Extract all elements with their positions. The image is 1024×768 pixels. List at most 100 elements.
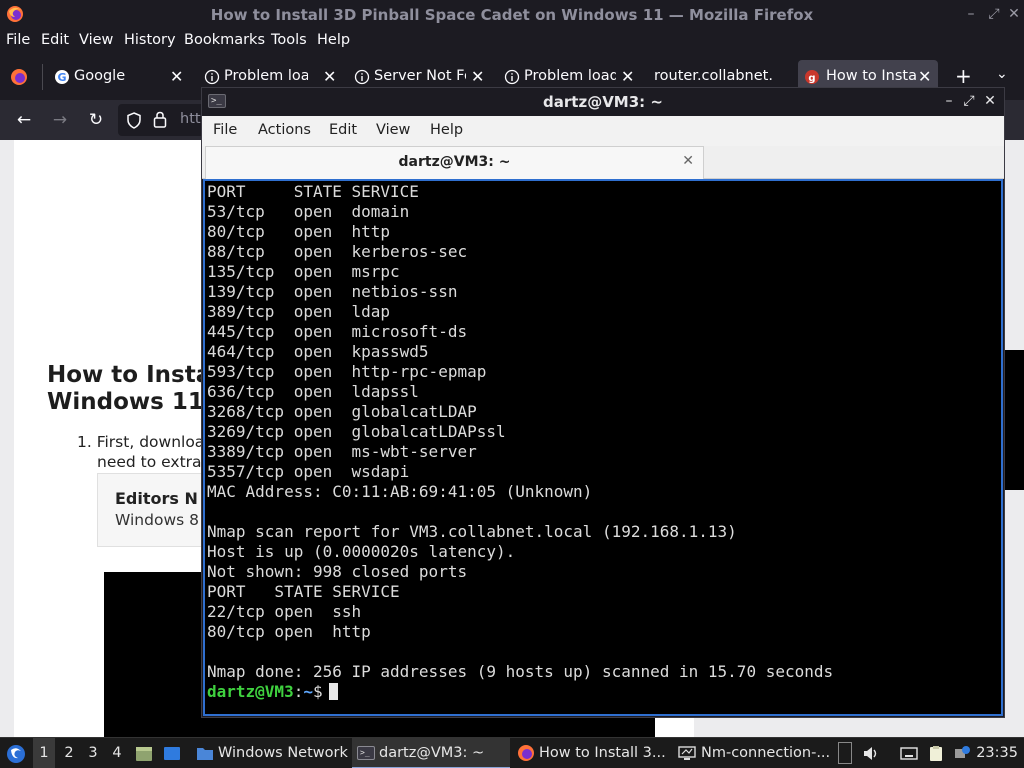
tab-close-icon[interactable]: ✕ [918, 67, 931, 86]
terminal-tab[interactable]: dartz@VM3: ~ ✕ [205, 146, 704, 179]
terminal-tabbar: dartz@VM3: ~ ✕ [202, 146, 1004, 179]
menu-history[interactable]: History [124, 32, 176, 48]
article-title-line: How to Insta [47, 362, 212, 388]
task-terminal[interactable]: >_ dartz@VM3: ~ [352, 738, 510, 768]
task-nm-connection[interactable]: Nm-connection-... [674, 738, 830, 768]
workspace-2[interactable]: 2 [58, 738, 80, 768]
menu-file[interactable]: File [6, 32, 30, 48]
tab-google[interactable]: G Google ✕ [50, 58, 192, 96]
terminal-window-title: dartz@VM3: ~ [543, 93, 663, 111]
chevron-down-icon[interactable]: ⌄ [996, 66, 1008, 82]
task-windows-network[interactable]: Windows Network [192, 738, 348, 768]
terminal-line: 22/tcp open ssh [207, 602, 362, 621]
lock-icon[interactable] [153, 111, 167, 128]
back-icon[interactable]: ← [14, 110, 34, 130]
volume-icon[interactable] [862, 745, 880, 762]
firefox-menubar: File Edit View History Bookmarks Tools H… [0, 29, 1024, 54]
terminal-line: MAC Address: C0:11:AB:69:41:05 (Unknown) [207, 482, 593, 501]
list-item-line: need to extra [97, 453, 202, 471]
terminal-line: 3268/tcp open globalcatLDAP [207, 402, 477, 421]
workspace-1[interactable]: 1 [33, 738, 55, 768]
info-icon [204, 69, 220, 85]
terminal-window: >_ dartz@VM3: ~ – ⤢ ✕ File Actions Edit … [201, 87, 1005, 718]
task-label: Nm-connection-... [701, 745, 830, 761]
terminal-line: PORT STATE SERVICE [207, 182, 419, 201]
article-title-line: Windows 11 [47, 389, 204, 415]
maximize-icon[interactable]: ⤢ [986, 6, 1002, 22]
reload-icon[interactable]: ↻ [86, 110, 106, 130]
terminal-menu-file[interactable]: File [213, 122, 237, 138]
task-firefox[interactable]: How to Install 3... [514, 738, 670, 768]
file-manager-launcher-icon[interactable] [135, 745, 153, 762]
text-cursor [328, 683, 338, 700]
window-title: How to Install 3D Pinball Space Cadet on… [210, 6, 814, 24]
tab-label: router.collabnet.l [654, 68, 774, 84]
prompt-symbol: $ [312, 682, 323, 701]
firefox-icon [518, 745, 534, 761]
terminal-line: 139/tcp open netbios-ssn [207, 282, 458, 301]
terminal-line: Not shown: 998 closed ports [207, 562, 468, 581]
menu-tools[interactable]: Tools [271, 32, 307, 48]
terminal-menubar: File Actions Edit View Help [202, 116, 1004, 146]
firefox-view-icon[interactable] [10, 68, 28, 86]
tab-label: Server Not Fo [374, 68, 466, 84]
desktop-launcher-icon[interactable] [163, 745, 181, 762]
minimize-icon[interactable]: – [963, 6, 979, 22]
terminal-line: Nmap scan report for VM3.collabnet.local… [207, 522, 737, 541]
terminal-line: 135/tcp open msrpc [207, 262, 400, 281]
tab-close-icon[interactable]: ✕ [621, 67, 634, 86]
minimize-icon[interactable]: – [941, 93, 957, 109]
shield-icon[interactable] [126, 112, 142, 129]
tab-close-icon[interactable]: ✕ [170, 67, 183, 86]
close-icon[interactable]: ✕ [982, 93, 998, 109]
task-label: Windows Network [218, 745, 348, 761]
terminal-prompt[interactable]: dartz@VM3:~$ [207, 682, 833, 702]
menu-help[interactable]: Help [317, 32, 350, 48]
tab-label: Problem loadi [524, 68, 616, 84]
terminal-line: 636/tcp open ldapssl [207, 382, 419, 401]
terminal-menu-edit[interactable]: Edit [329, 122, 357, 138]
workspace-3[interactable]: 3 [82, 738, 104, 768]
terminal-line: 80/tcp open http [207, 222, 391, 241]
svg-text:G: G [57, 71, 66, 84]
close-icon[interactable]: ✕ [1006, 6, 1022, 22]
terminal-output[interactable]: PORT STATE SERVICE 53/tcp open domain 80/t… [203, 179, 1003, 716]
tab-label: Google [74, 68, 126, 84]
menu-edit[interactable]: Edit [41, 32, 69, 48]
google-icon: G [55, 70, 69, 84]
workspace-4[interactable]: 4 [106, 738, 128, 768]
editors-note-title: Editors N [115, 489, 198, 508]
forward-icon[interactable]: → [50, 110, 70, 130]
prompt-path: ~ [303, 682, 313, 701]
tab-close-icon[interactable]: ✕ [323, 67, 336, 86]
terminal-menu-actions[interactable]: Actions [258, 122, 311, 138]
terminal-line: Host is up (0.0000020s latency). [207, 542, 516, 561]
list-item-line: 1. First, downloa [77, 433, 205, 451]
terminal-line: Nmap done: 256 IP addresses (9 hosts up)… [207, 662, 834, 681]
terminal-text: PORT STATE SERVICE 53/tcp open domain 80/t… [207, 182, 833, 702]
folder-icon [197, 748, 213, 760]
terminal-titlebar: >_ dartz@VM3: ~ – ⤢ ✕ [202, 88, 1004, 116]
clock[interactable]: 23:35 [976, 738, 1018, 768]
keyboard-layout-icon[interactable] [900, 745, 918, 762]
network-icon [678, 746, 696, 760]
page-side-ad [1004, 350, 1024, 490]
menu-bookmarks[interactable]: Bookmarks [184, 32, 265, 48]
start-menu-icon[interactable] [6, 744, 26, 764]
terminal-line: PORT STATE SERVICE [207, 582, 400, 601]
terminal-menu-view[interactable]: View [376, 122, 410, 138]
clipboard-icon[interactable] [927, 745, 945, 762]
tab-close-icon[interactable]: ✕ [682, 153, 694, 169]
svg-text:g: g [808, 73, 815, 84]
tab-close-icon[interactable]: ✕ [471, 67, 484, 86]
network-status-icon[interactable] [953, 745, 971, 762]
article-list-item: 1. First, downloa need to extra [77, 432, 204, 472]
site-icon: g [805, 70, 819, 84]
terminal-line: 3269/tcp open globalcatLDAPssl [207, 422, 506, 441]
maximize-icon[interactable]: ⤢ [961, 93, 977, 109]
terminal-line: 5357/tcp open wsdapi [207, 462, 410, 481]
terminal-menu-help[interactable]: Help [430, 122, 463, 138]
menu-view[interactable]: View [79, 32, 113, 48]
new-tab-icon[interactable]: + [955, 64, 972, 88]
